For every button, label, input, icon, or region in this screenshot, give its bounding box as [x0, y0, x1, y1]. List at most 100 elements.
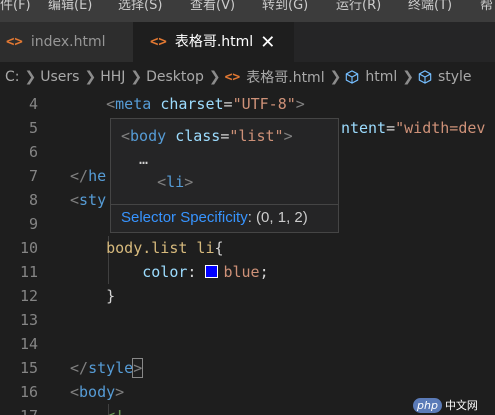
chevron-right-icon: ❯ [402, 69, 414, 85]
menu-terminal[interactable]: 终端(T) [408, 0, 452, 17]
code-token: charset [160, 95, 224, 113]
hover-code-line: <body class="list"> [121, 125, 293, 148]
code-token: = [223, 95, 233, 113]
menu-view[interactable]: 查看(V) [190, 0, 235, 17]
code-token: </ [70, 167, 89, 185]
line-number: 6 [28, 143, 38, 161]
menu-help[interactable]: 帮 [480, 0, 493, 17]
code-token: < [157, 173, 167, 191]
code-token: > [295, 95, 305, 113]
line-code: } [70, 284, 115, 308]
menu-bar: 件(F) 编辑(E) 选择(S) 查看(V) 转到(G) 运行(R) 终端(T)… [0, 0, 495, 22]
code-token: < [70, 383, 80, 401]
code-token: he [88, 167, 107, 185]
code-token: > [115, 383, 125, 401]
menu-edit[interactable]: 编辑(E) [48, 0, 92, 17]
menu-file[interactable]: 件(F) [0, 0, 31, 17]
code-token: { [214, 239, 224, 257]
breadcrumb-desktop[interactable]: Desktop [146, 69, 204, 85]
code-token: body.list li [106, 239, 215, 257]
code-token: body [79, 383, 116, 401]
tab-label: index.html [30, 34, 106, 50]
code-token: "UTF-8" [232, 95, 296, 113]
line-code: <body> [70, 380, 124, 404]
breadcrumb-style-element[interactable]: style [438, 69, 472, 85]
line-number: 16 [19, 383, 38, 401]
hover-code-preview: <body class="list"> … <li> [121, 125, 293, 194]
code-token: > [132, 358, 144, 378]
line-code: color: blue; [70, 260, 269, 284]
editor-tab-bar: <> index.html <> 表格哥.html ✕ [0, 22, 495, 62]
php-logo: php [413, 397, 442, 413]
menu-selection[interactable]: 选择(S) [118, 0, 162, 17]
chevron-right-icon: ❯ [24, 69, 37, 85]
code-token: sty [79, 191, 107, 209]
code-line[interactable]: 12 } [0, 284, 495, 308]
code-token: blue [223, 263, 260, 281]
hover-code-line: … [121, 148, 293, 171]
breadcrumb-hhj[interactable]: HHJ [100, 69, 125, 85]
code-token: </ [70, 359, 89, 377]
code-token: ntent [340, 119, 387, 137]
code-token: class [175, 127, 221, 145]
menu-run[interactable]: 运行(R) [336, 0, 381, 17]
breadcrumb-html-element[interactable]: html [365, 69, 397, 85]
color-swatch[interactable] [205, 265, 219, 278]
chevron-right-icon: ❯ [84, 69, 97, 85]
php-watermark: php 中文网 [413, 397, 478, 413]
breadcrumb-file[interactable]: 表格哥.html [246, 67, 324, 87]
breadcrumb-users[interactable]: Users [40, 69, 79, 85]
code-token: color [142, 263, 188, 281]
line-code: <!-- [70, 404, 142, 415]
line-number: 15 [19, 359, 38, 377]
code-token: style [88, 359, 134, 377]
chevron-right-icon: ❯ [130, 69, 143, 85]
code-token: > [283, 127, 293, 145]
menu-go[interactable]: 转到(G) [262, 0, 308, 17]
tab-index-html[interactable]: <> index.html [0, 22, 134, 62]
line-number: 8 [28, 191, 38, 209]
code-token: < [121, 127, 131, 145]
chevron-right-icon: ❯ [329, 69, 342, 85]
line-code: </style> [70, 356, 144, 380]
line-number: 4 [28, 95, 38, 113]
code-line[interactable]: 10 body.list li{ [0, 236, 495, 260]
code-token: meta [115, 95, 152, 113]
code-token: < [106, 95, 116, 113]
code-line[interactable]: 14 [0, 332, 495, 356]
code-token: "list" [229, 127, 284, 145]
code-line[interactable]: 11 color: blue; [0, 260, 495, 284]
code-token: <!-- [106, 407, 142, 415]
line-number: 12 [19, 287, 38, 305]
watermark-text: 中文网 [444, 399, 478, 412]
symbol-element-icon [418, 70, 432, 84]
code-token: "width=dev [395, 119, 486, 137]
line-code: </he [70, 164, 106, 188]
code-line[interactable]: 15 </style> [0, 356, 495, 380]
code-token: } [106, 287, 116, 305]
html-file-icon: <> [150, 34, 167, 50]
close-icon[interactable]: ✕ [260, 32, 275, 53]
code-line[interactable]: 4 <meta charset="UTF-8"> [0, 92, 495, 116]
selector-specificity-link[interactable]: Selector Specificity [121, 209, 248, 226]
line-number: 7 [28, 167, 38, 185]
hover-code-line: <li> [121, 171, 293, 194]
html-file-icon: <> [224, 69, 241, 85]
code-line[interactable]: 13 [0, 308, 495, 332]
code-token: ; [259, 263, 269, 281]
tab-biaogege-html[interactable]: <> 表格哥.html ✕ [134, 22, 294, 62]
line-code: <sty [70, 188, 106, 212]
line-number: 9 [28, 215, 38, 233]
code-token: > [184, 173, 194, 191]
breadcrumb-drive[interactable]: C: [5, 69, 20, 85]
code-token: … [121, 150, 149, 168]
code-token: body [130, 127, 167, 145]
hover-tooltip: <body class="list"> … <li> Selector Spec… [110, 118, 339, 233]
